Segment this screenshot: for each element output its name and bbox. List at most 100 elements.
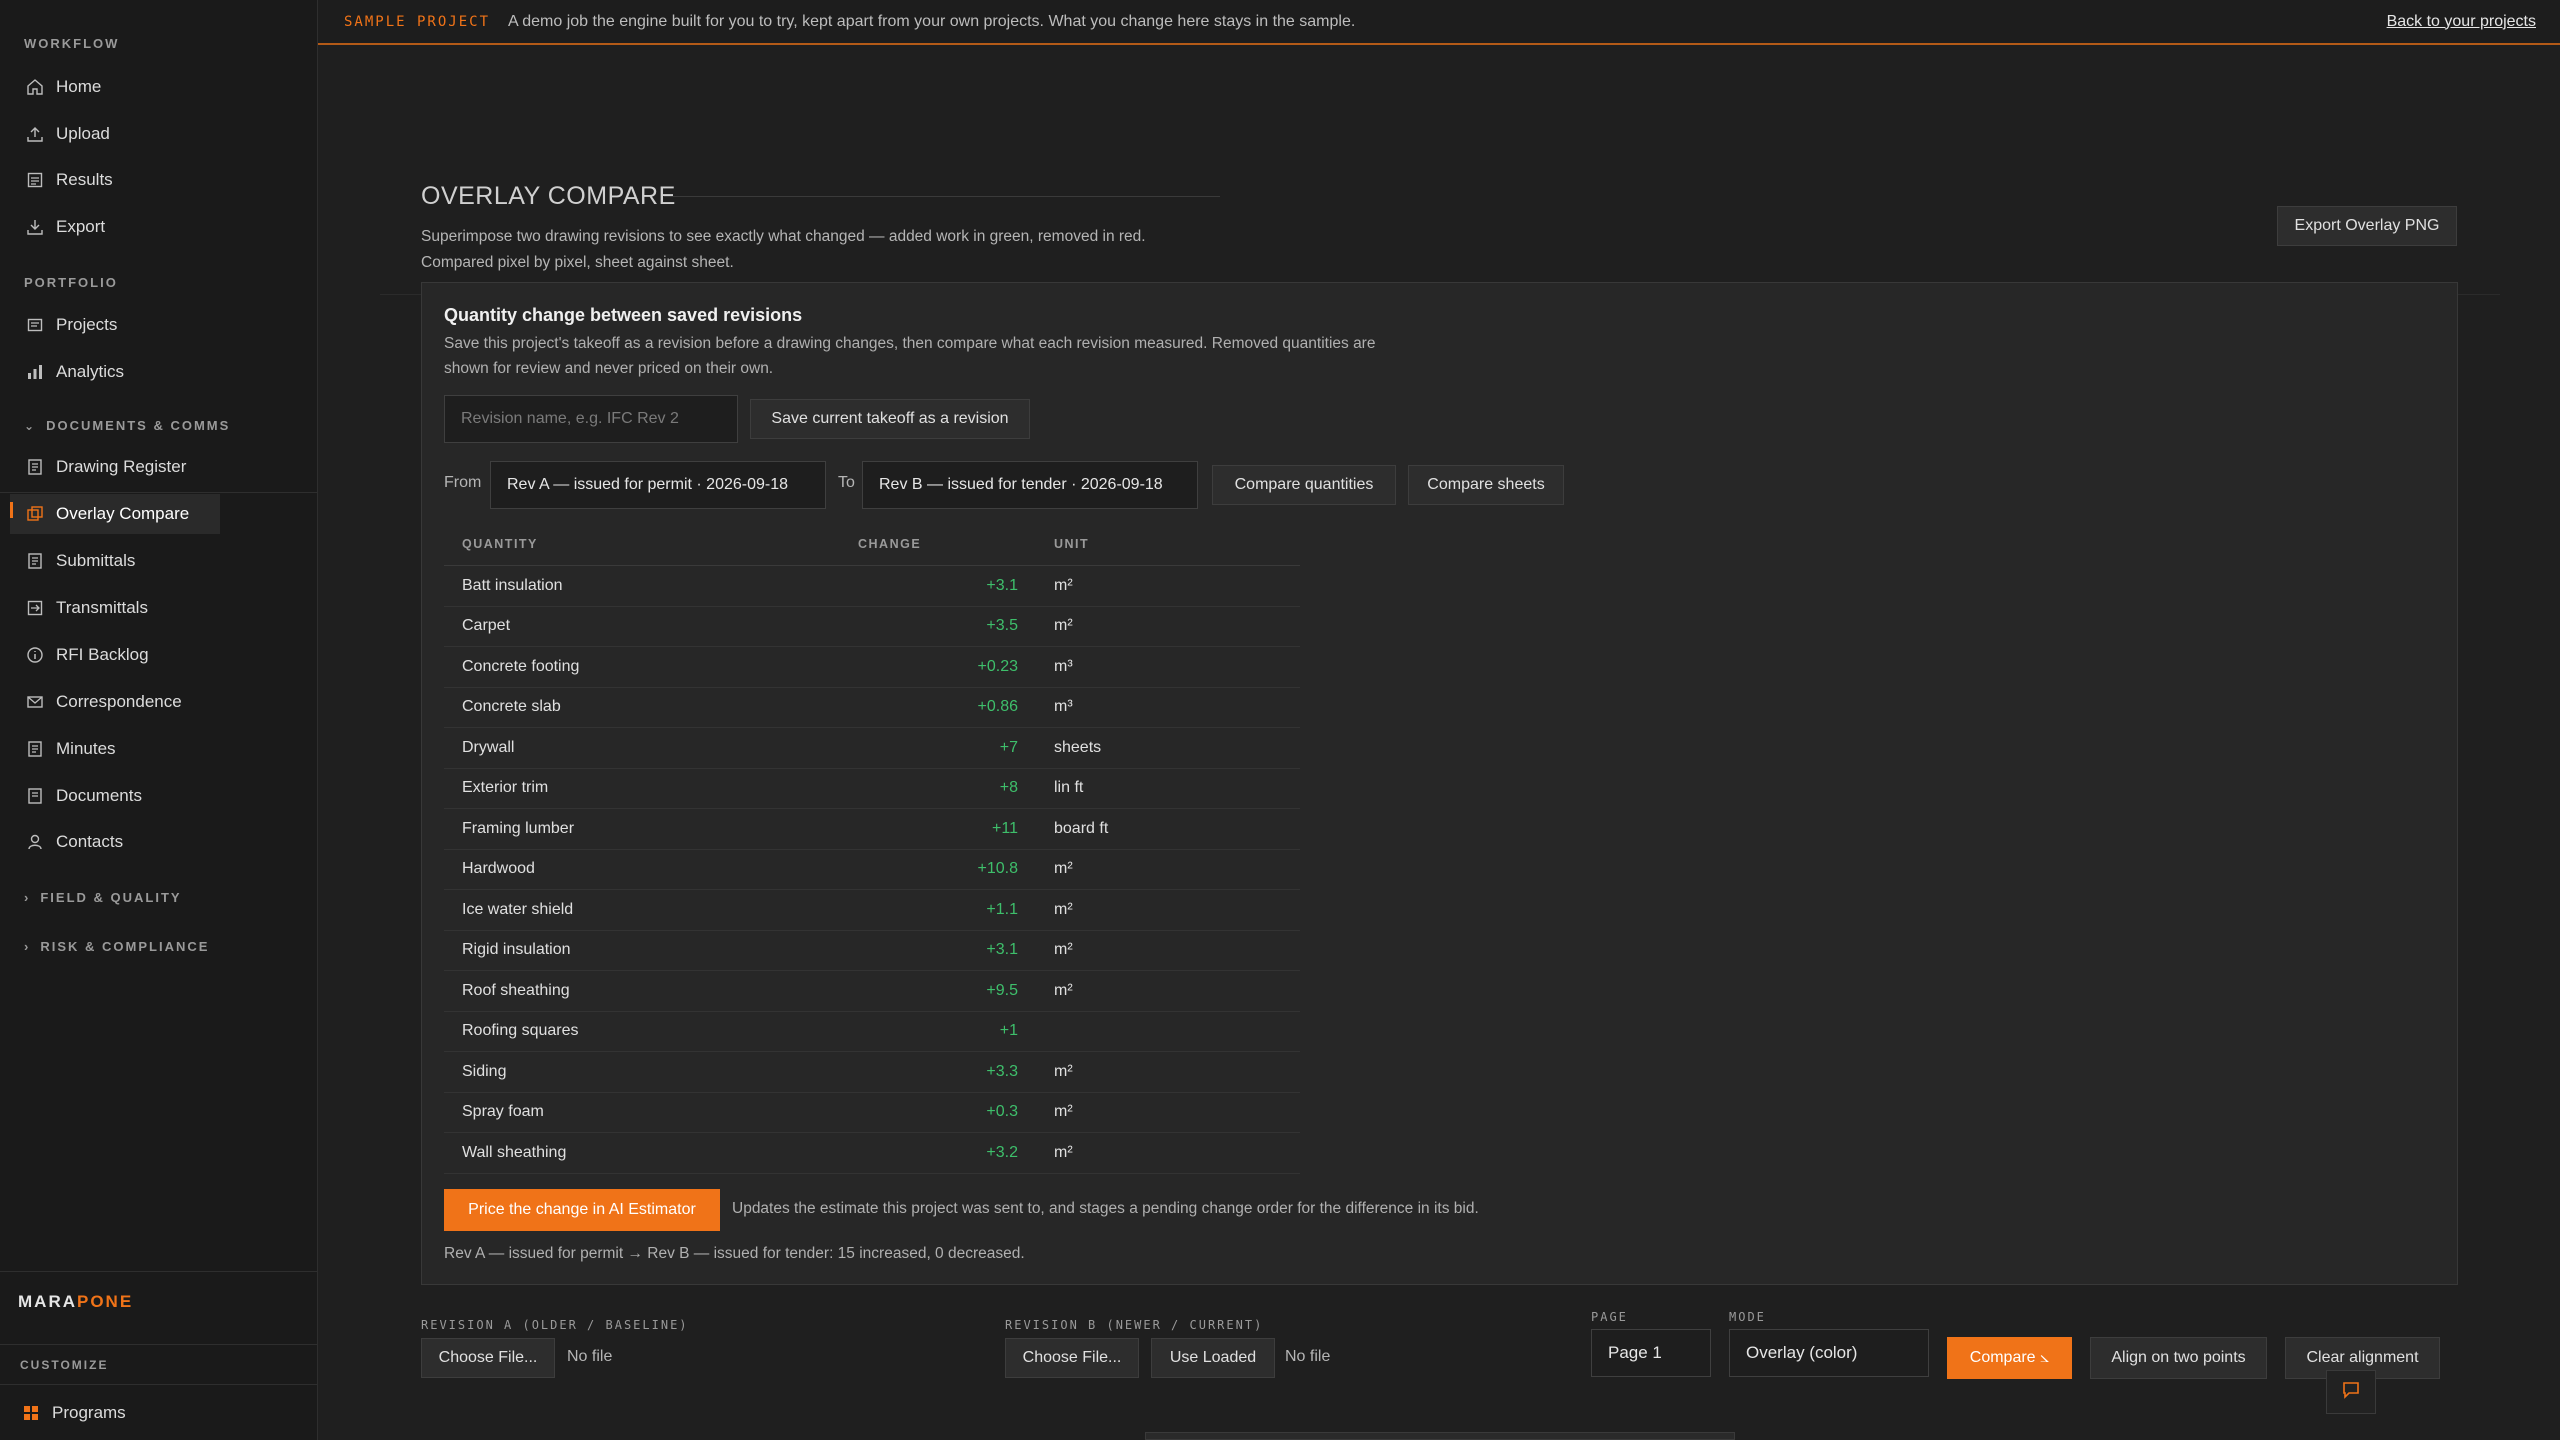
quantity-name: Framing lumber bbox=[444, 808, 840, 850]
revision-name-input[interactable] bbox=[444, 395, 738, 443]
chat-button[interactable] bbox=[2326, 1370, 2376, 1414]
table-row: Concrete footing +0.23 m³ bbox=[444, 646, 1300, 688]
table-row: Batt insulation +3.1 m² bbox=[444, 565, 1300, 607]
quantity-name: Ice water shield bbox=[444, 889, 840, 931]
sidebar-item-contacts[interactable]: Contacts bbox=[10, 822, 310, 862]
quantity-change: +8 bbox=[840, 768, 1036, 809]
table-row: Rigid insulation +3.1 m² bbox=[444, 930, 1300, 971]
risk-compliance-group-toggle[interactable]: › RISK & COMPLIANCE bbox=[24, 939, 209, 954]
sidebar-item-label: Correspondence bbox=[56, 692, 182, 711]
description-line-1: Superimpose two drawing revisions to see… bbox=[421, 228, 1146, 245]
table-row: Roofing squares +1 bbox=[444, 1011, 1300, 1052]
sidebar-item-results[interactable]: Results bbox=[10, 160, 310, 200]
document-icon bbox=[26, 458, 44, 476]
compare-button[interactable]: Compare ⦣ bbox=[1947, 1337, 2072, 1379]
quantity-name: Carpet bbox=[444, 606, 840, 647]
quantity-change: +0.86 bbox=[840, 687, 1036, 728]
quantity-name: Concrete footing bbox=[444, 646, 840, 688]
sidebar-item-upload[interactable]: Upload bbox=[10, 114, 310, 154]
compare-sheets-button[interactable]: Compare sheets bbox=[1408, 465, 1564, 505]
revision-a-label: REVISION A (OLDER / BASELINE) bbox=[421, 1318, 689, 1332]
download-icon bbox=[26, 218, 44, 236]
results-icon bbox=[26, 171, 44, 189]
sidebar-item-label: Documents bbox=[56, 786, 142, 805]
sidebar-item-home[interactable]: Home bbox=[10, 67, 310, 107]
sidebar-item-minutes[interactable]: Minutes bbox=[10, 729, 310, 769]
revision-b-choose-file-button[interactable]: Choose File... bbox=[1005, 1338, 1139, 1378]
user-icon bbox=[26, 833, 44, 851]
quantity-change-table: QUANTITY CHANGE UNIT Batt insulation +3.1… bbox=[444, 523, 1300, 1174]
export-overlay-png-button[interactable]: Export Overlay PNG bbox=[2277, 206, 2457, 246]
sample-project-tag: SAMPLE PROJECT bbox=[344, 13, 491, 30]
divider bbox=[0, 1271, 318, 1272]
sidebar-item-label: Results bbox=[56, 170, 113, 189]
page-title: OVERLAY COMPARE bbox=[421, 182, 676, 210]
to-revision-select[interactable]: Rev B — issued for tender · 2026-09-18 bbox=[862, 461, 1198, 509]
sidebar-item-label: Upload bbox=[56, 124, 110, 143]
documents-group-toggle[interactable]: ⌄ DOCUMENTS & COMMS bbox=[24, 418, 230, 433]
price-change-button[interactable]: Price the change in AI Estimator bbox=[444, 1189, 720, 1231]
sidebar-item-projects[interactable]: Projects bbox=[10, 305, 310, 345]
divider bbox=[0, 1384, 318, 1385]
quantity-unit: m² bbox=[1036, 1132, 1300, 1174]
bottom-scroll-bar[interactable] bbox=[1145, 1432, 1735, 1440]
page-select[interactable]: Page 1 bbox=[1591, 1329, 1711, 1377]
use-loaded-button[interactable]: Use Loaded bbox=[1151, 1338, 1275, 1378]
back-to-projects-link[interactable]: Back to your projects bbox=[2387, 13, 2536, 31]
quantity-name: Wall sheathing bbox=[444, 1132, 840, 1174]
table-row: Exterior trim +8 lin ft bbox=[444, 768, 1300, 809]
quantity-change: +1 bbox=[840, 1011, 1036, 1052]
align-two-points-button[interactable]: Align on two points bbox=[2090, 1337, 2267, 1379]
quantity-unit: m² bbox=[1036, 565, 1300, 607]
divider bbox=[0, 1344, 318, 1345]
sidebar-item-rfi-backlog[interactable]: RFI Backlog bbox=[10, 635, 310, 675]
field-quality-group-toggle[interactable]: › FIELD & QUALITY bbox=[24, 890, 182, 905]
quantity-unit: m² bbox=[1036, 849, 1300, 890]
sidebar-item-label: RFI Backlog bbox=[56, 645, 149, 664]
table-row: Carpet +3.5 m² bbox=[444, 606, 1300, 647]
sidebar-item-analytics[interactable]: Analytics bbox=[10, 352, 310, 392]
title-rule bbox=[664, 196, 1220, 197]
document-icon bbox=[26, 740, 44, 758]
column-header-quantity: QUANTITY bbox=[444, 523, 840, 566]
divider bbox=[0, 492, 318, 493]
quantity-unit: lin ft bbox=[1036, 768, 1300, 809]
sidebar-item-correspondence[interactable]: Correspondence bbox=[10, 682, 310, 722]
save-revision-button[interactable]: Save current takeoff as a revision bbox=[750, 399, 1030, 439]
revision-a-file-status: No file bbox=[567, 1348, 613, 1365]
mode-select[interactable]: Overlay (color) bbox=[1729, 1329, 1929, 1377]
quantity-change: +3.1 bbox=[840, 930, 1036, 971]
page-description: Superimpose two drawing revisions to see… bbox=[421, 224, 1241, 276]
sidebar-item-documents[interactable]: Documents bbox=[10, 776, 310, 816]
quantity-change: +9.5 bbox=[840, 970, 1036, 1012]
documents-group-label: DOCUMENTS & COMMS bbox=[46, 418, 231, 433]
from-revision-select[interactable]: Rev A — issued for permit · 2026-09-18 bbox=[490, 461, 826, 509]
sidebar-item-programs[interactable]: Programs bbox=[6, 1393, 306, 1433]
quantity-name: Drywall bbox=[444, 727, 840, 769]
description-line-2: Compared pixel by pixel, sheet against s… bbox=[421, 254, 734, 271]
mail-icon bbox=[26, 693, 44, 711]
table-row: Framing lumber +11 board ft bbox=[444, 808, 1300, 850]
sidebar-item-label: Submittals bbox=[56, 551, 136, 570]
quantity-unit bbox=[1036, 1011, 1300, 1052]
bar-chart-icon bbox=[26, 363, 44, 381]
sidebar-item-label: Minutes bbox=[56, 739, 116, 758]
projects-icon bbox=[26, 316, 44, 334]
sidebar-item-export[interactable]: Export bbox=[10, 207, 310, 247]
sidebar-item-transmittals[interactable]: Transmittals bbox=[10, 588, 310, 628]
table-row: Siding +3.3 m² bbox=[444, 1051, 1300, 1093]
sidebar-item-label: Programs bbox=[52, 1403, 126, 1422]
upload-icon bbox=[26, 125, 44, 143]
sidebar-item-label: Transmittals bbox=[56, 598, 148, 617]
sample-project-banner: SAMPLE PROJECT A demo job the engine bui… bbox=[318, 0, 2560, 45]
chat-icon bbox=[2341, 1380, 2361, 1405]
from-label: From bbox=[444, 474, 482, 491]
sidebar-item-overlay-compare[interactable]: Overlay Compare bbox=[10, 494, 220, 534]
sidebar-item-submittals[interactable]: Submittals bbox=[10, 541, 310, 581]
quantity-name: Hardwood bbox=[444, 849, 840, 890]
quantity-unit: sheets bbox=[1036, 727, 1300, 769]
revision-a-choose-file-button[interactable]: Choose File... bbox=[421, 1338, 555, 1378]
sidebar-item-drawing-register[interactable]: Drawing Register bbox=[10, 447, 310, 487]
compare-quantities-button[interactable]: Compare quantities bbox=[1212, 465, 1396, 505]
mode-label: MODE bbox=[1729, 1310, 1766, 1324]
